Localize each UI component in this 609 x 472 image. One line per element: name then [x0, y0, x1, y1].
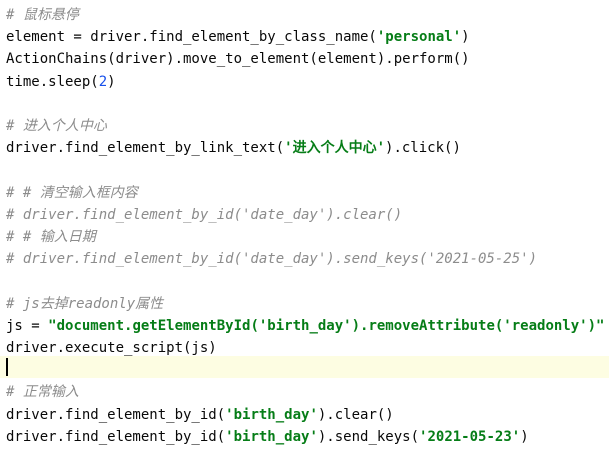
code-token-code: ) — [520, 428, 529, 445]
code-token-code: js = — [6, 317, 49, 334]
code-line[interactable]: # js去掉readonly属性 — [6, 293, 163, 315]
text-caret — [6, 358, 8, 376]
code-token-code: ) — [107, 73, 116, 90]
code-line[interactable]: # 正常输入 — [6, 381, 79, 403]
code-token-code: ).click() — [385, 140, 461, 157]
code-token-code: ).send_keys( — [317, 428, 420, 445]
code-line[interactable]: # # 清空输入框内容 — [6, 182, 138, 204]
code-line[interactable]: element = driver.find_element_by_class_n… — [6, 26, 470, 48]
code-token-code: driver.execute_script(js) — [6, 340, 217, 356]
code-token-comment: # # 清空输入框内容 — [6, 184, 138, 201]
code-line[interactable]: driver.execute_script(js) — [6, 337, 217, 359]
code-token-code: ) — [461, 29, 470, 46]
code-token-comment: # # 输入日期 — [6, 229, 96, 245]
code-token-str: '2021-05-23' — [419, 428, 521, 445]
code-token-code: driver.find_element_by_id( — [6, 428, 226, 445]
code-token-code: time.sleep( — [6, 73, 99, 90]
code-token-str: 'birth_day' — [225, 406, 318, 423]
code-token-code: driver.find_element_by_id( — [6, 406, 226, 423]
code-line[interactable]: # driver.find_element_by_id('date_day').… — [6, 248, 537, 270]
code-editor[interactable]: # 鼠标悬停 element = driver.find_element_by_c… — [0, 0, 609, 472]
code-line[interactable]: js = "document.getElementById('birth_day… — [6, 315, 604, 337]
code-token-comment: # driver.find_element_by_id('date_day').… — [6, 251, 538, 268]
code-line[interactable]: # 鼠标悬停 — [6, 4, 79, 26]
code-line[interactable]: driver.find_element_by_id('birth_day').s… — [6, 426, 529, 448]
code-line[interactable]: ActionChains(driver).move_to_element(ele… — [6, 48, 470, 70]
current-line-highlight — [0, 356, 609, 378]
code-token-str: "document.getElementById('birth_day').re… — [48, 317, 605, 334]
code-line[interactable]: driver.find_element_by_link_text('进入个人中心… — [6, 137, 461, 159]
code-token-code: ).clear() — [317, 406, 394, 423]
code-token-comment: # 正常输入 — [6, 384, 79, 401]
code-line[interactable]: driver.find_element_by_id('birth_day').c… — [6, 404, 394, 426]
code-token-code: element = driver.find_element_by_class_n… — [6, 29, 377, 46]
code-line[interactable]: # # 输入日期 — [6, 226, 96, 248]
code-token-str: 'personal' — [376, 29, 462, 46]
code-token-str: 'birth_day' — [225, 428, 318, 445]
code-token-comment: # 鼠标悬停 — [6, 7, 79, 23]
code-line[interactable]: time.sleep(2) — [6, 71, 116, 93]
code-token-num: 2 — [98, 73, 108, 90]
code-token-code: driver.find_element_by_link_text( — [6, 140, 285, 157]
code-token-str: '进入个人中心' — [284, 140, 386, 157]
code-token-comment: # js去掉readonly属性 — [6, 295, 164, 312]
code-token-comment: # 进入个人中心 — [6, 118, 107, 134]
code-line[interactable]: # driver.find_element_by_id('date_day').… — [6, 204, 402, 226]
code-token-code: ActionChains(driver).move_to_element(ele… — [6, 51, 470, 68]
code-token-comment: # driver.find_element_by_id('date_day').… — [6, 206, 403, 223]
code-line[interactable]: # 进入个人中心 — [6, 115, 107, 137]
